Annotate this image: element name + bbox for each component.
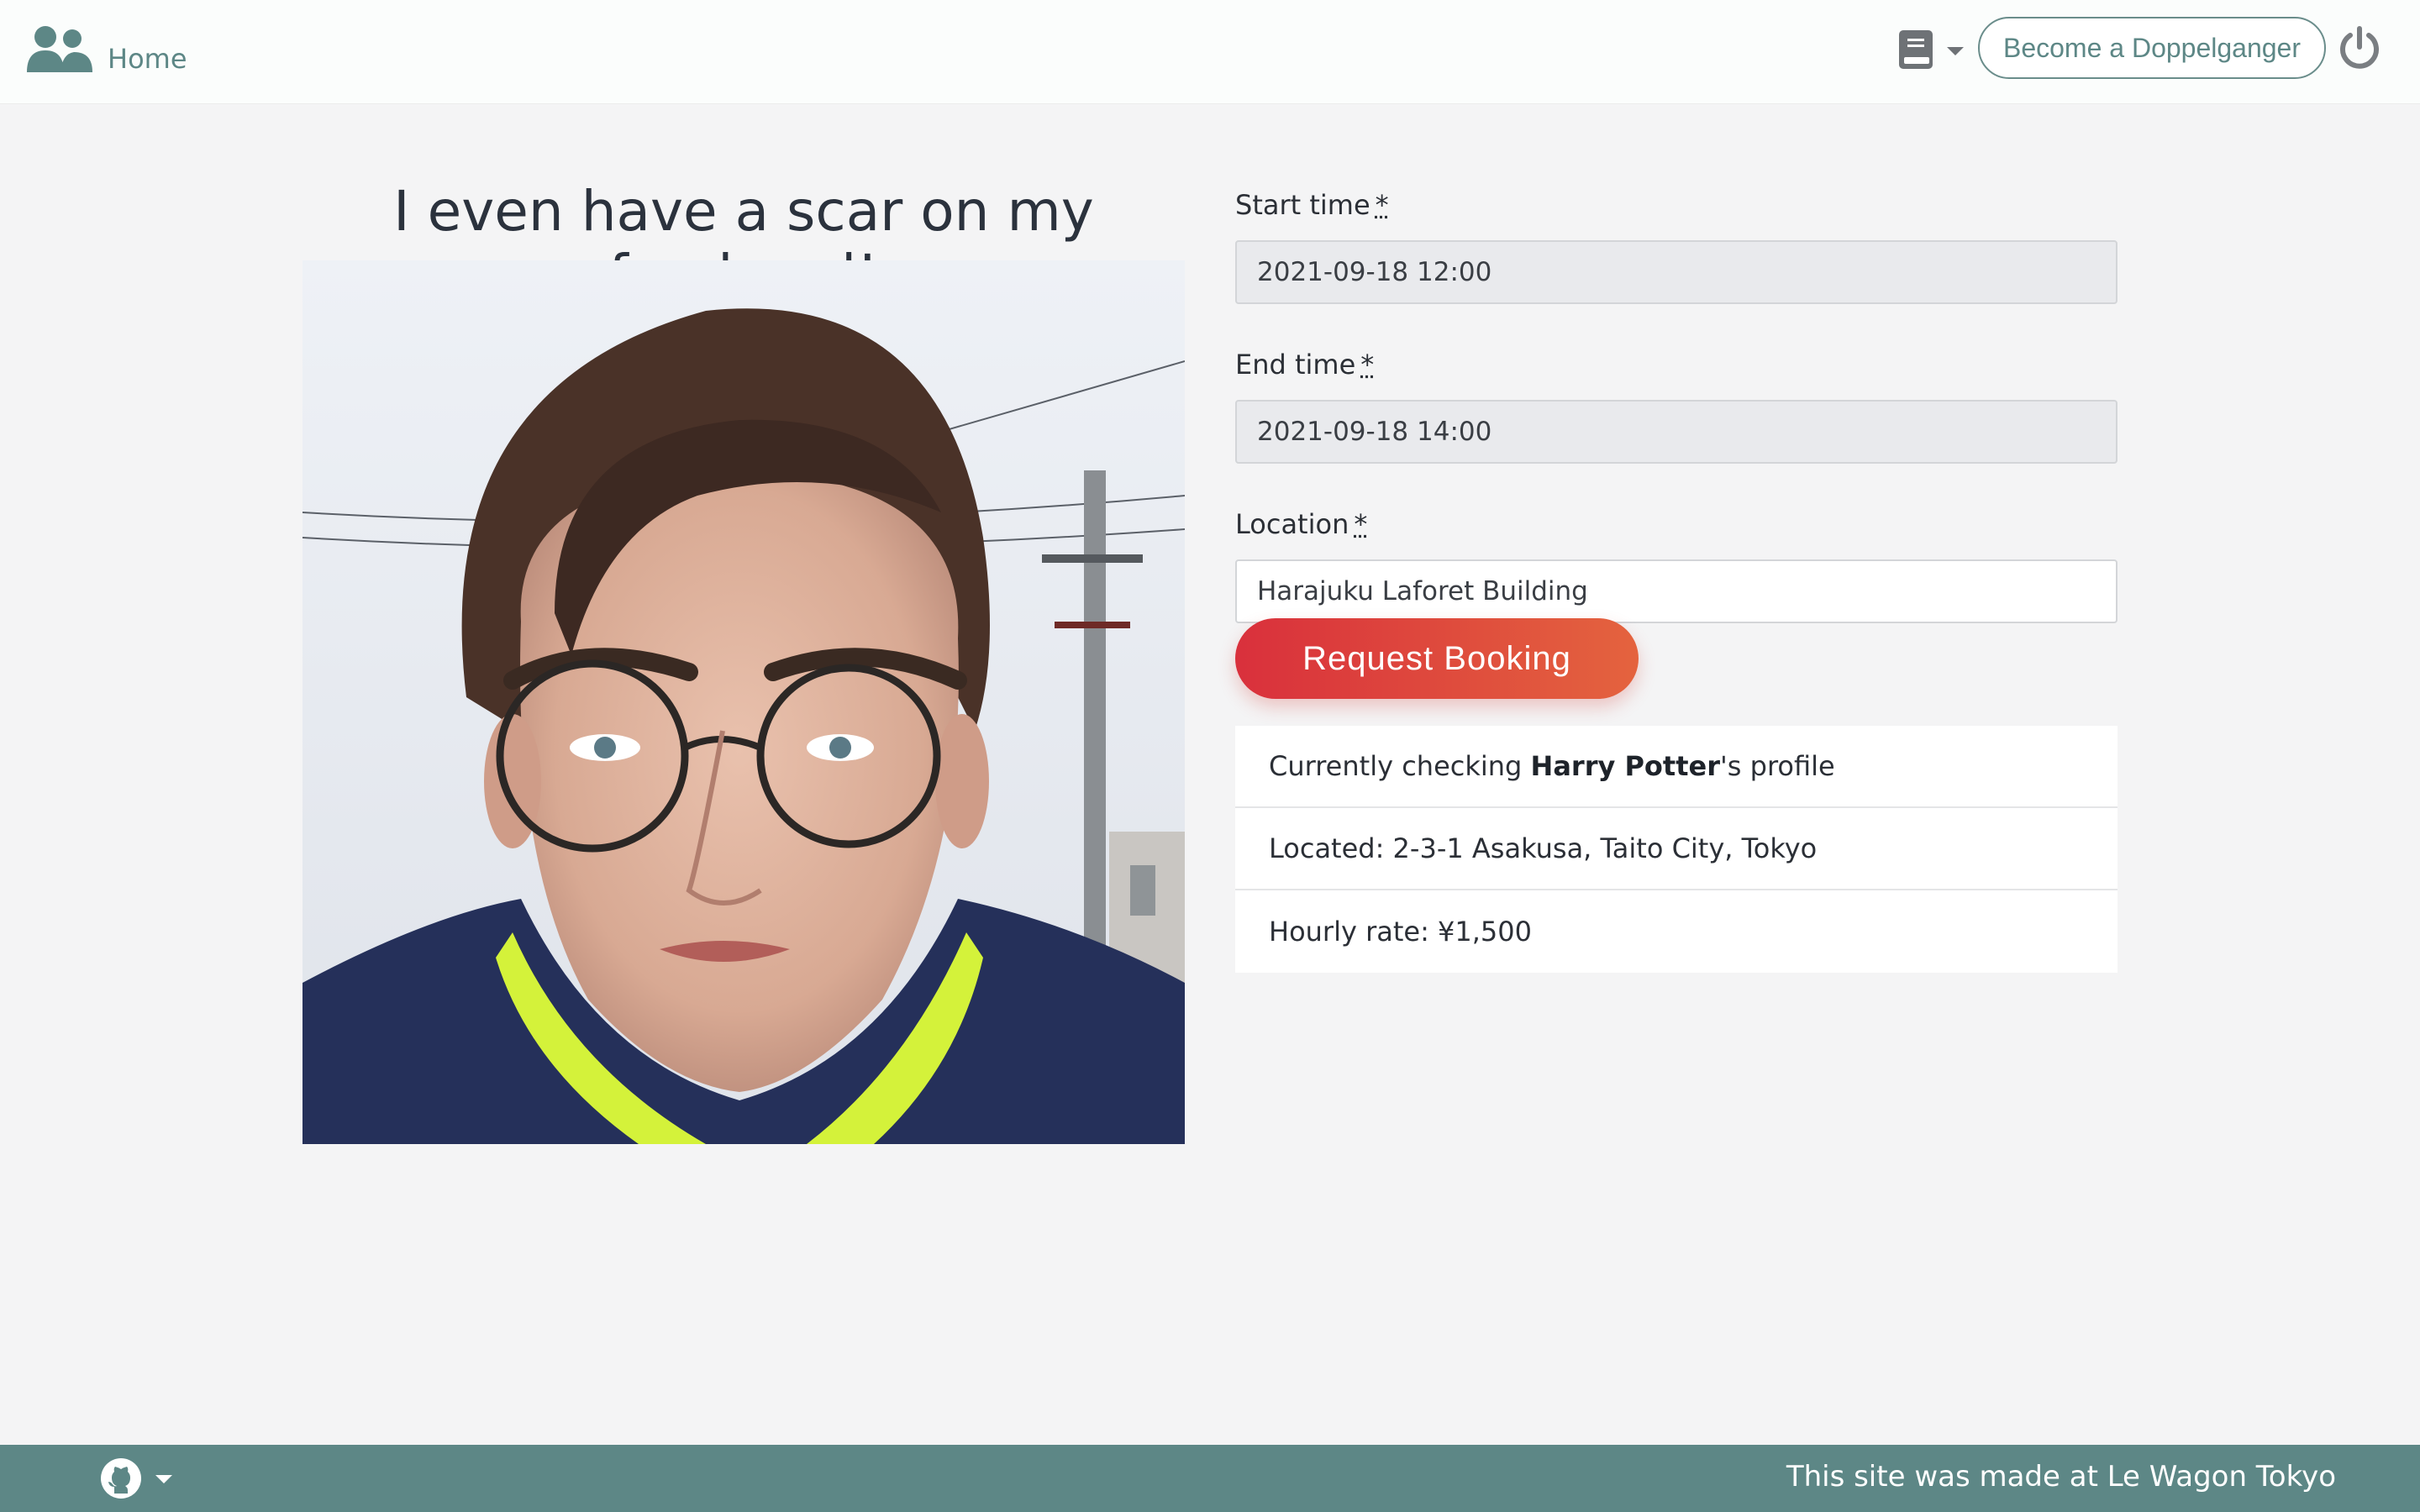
book-icon[interactable] (1897, 29, 1934, 71)
booking-form: Start time* End time* Location* (1235, 186, 2118, 623)
end-time-field[interactable] (1235, 400, 2118, 464)
profile-name: Harry Potter (1530, 750, 1720, 782)
info-rate: Hourly rate: ¥1,500 (1235, 890, 2118, 973)
location-field[interactable] (1235, 559, 2118, 623)
start-time-label: Start time * (1235, 189, 1389, 221)
profile-info-list: Currently checking Harry Potter's profil… (1235, 726, 2118, 973)
info-checking: Currently checking Harry Potter's profil… (1235, 726, 2118, 808)
caret-down-icon[interactable] (155, 1473, 173, 1485)
location-label: Location * (1235, 508, 1368, 540)
required-mark: * (1375, 189, 1389, 221)
home-link[interactable]: Home (25, 25, 187, 72)
navbar: Home Become a Doppelganger (0, 0, 2420, 104)
request-booking-button[interactable]: Request Booking (1235, 618, 1639, 699)
required-mark: * (1360, 349, 1375, 381)
home-label: Home (108, 43, 187, 75)
caret-down-icon[interactable] (1946, 45, 1965, 57)
become-doppelganger-button[interactable]: Become a Doppelganger (1978, 17, 2326, 79)
power-icon[interactable] (2338, 25, 2381, 71)
users-icon (27, 26, 92, 72)
footer: This site was made at Le Wagon Tokyo (0, 1445, 2420, 1512)
required-mark: * (1354, 508, 1368, 540)
github-icon[interactable] (99, 1457, 143, 1500)
start-time-field[interactable] (1235, 240, 2118, 304)
end-time-label: End time * (1235, 349, 1375, 381)
profile-photo (302, 260, 1185, 1144)
info-location: Located: 2-3-1 Asakusa, Taito City, Toky… (1235, 808, 2118, 890)
footer-credit: This site was made at Le Wagon Tokyo (1786, 1460, 2336, 1494)
